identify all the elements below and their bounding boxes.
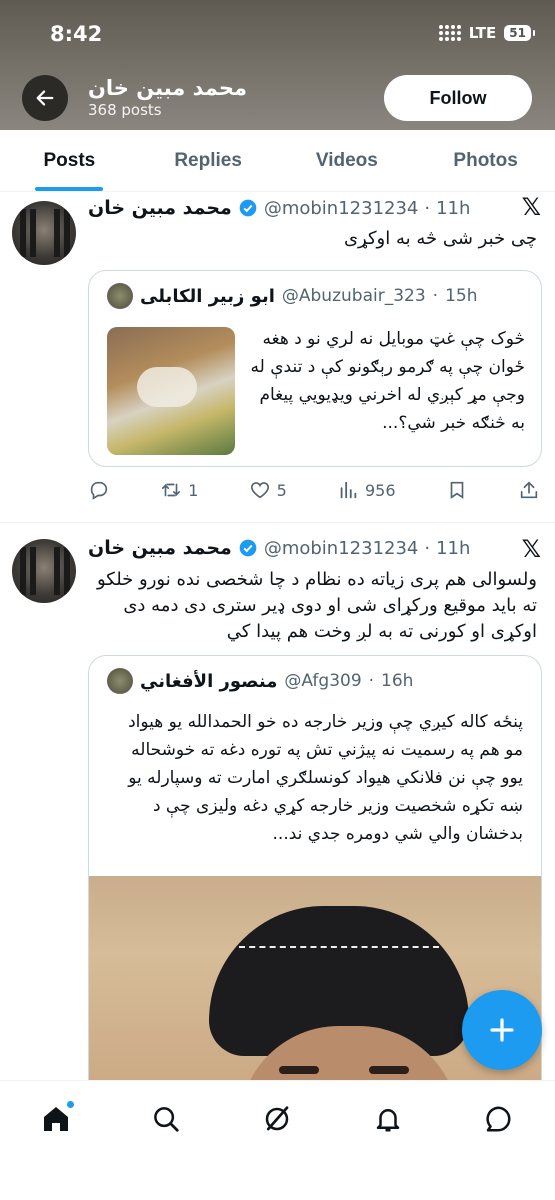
repost-button[interactable]: 1: [160, 479, 198, 501]
repost-icon: [162, 483, 181, 497]
nav-notifications[interactable]: [368, 1099, 408, 1139]
status-indicators: LTE 51: [438, 24, 535, 42]
tab-photos[interactable]: Photos: [416, 130, 555, 191]
verified-badge-icon: [238, 538, 258, 558]
quote-avatar: [107, 668, 133, 694]
tweet-meta: محمد مبین خان @mobin1231234 · 11h: [88, 537, 471, 559]
home-icon: [44, 1107, 68, 1131]
tweet-text: چی خبر شی څه به اوکړی: [343, 228, 537, 249]
quote-avatar: [107, 283, 133, 309]
quote-thumbnail[interactable]: [107, 327, 235, 455]
search-icon: [154, 1107, 179, 1132]
quote-time: 16h: [381, 671, 414, 691]
tweet-text: ولسوالی هم پری زیاته ده نظام د چا شخصی ن…: [96, 569, 537, 642]
quoted-tweet[interactable]: ابو زبير الکابلی @Abuzubair_323 · 15h څو…: [88, 270, 542, 467]
notifications-icon: [376, 1109, 400, 1132]
follow-button[interactable]: Follow: [384, 75, 532, 121]
tweet-time: 11h: [436, 197, 471, 219]
repost-count: 1: [188, 480, 199, 500]
bookmark-icon: [450, 481, 464, 499]
network-label: LTE: [468, 24, 497, 42]
share-icon: [520, 481, 538, 499]
quote-text: څوک چې غټ موبايل نه لري نو د هغه ځوان چې…: [250, 329, 525, 433]
profile-name: محمد مبین خان: [88, 76, 247, 100]
like-button[interactable]: 5: [249, 479, 287, 501]
battery-icon: 51: [504, 25, 535, 41]
reply-icon: [90, 481, 108, 500]
tweet-meta: محمد مبین خان @mobin1231234 · 11h: [88, 197, 471, 219]
views-count: 956: [364, 480, 396, 500]
compose-button[interactable]: [462, 990, 542, 1070]
bookmark-button[interactable]: [446, 479, 468, 501]
quote-meta: منصور الأفغاني @Afg309 · 16h: [107, 668, 413, 694]
tweet[interactable]: محمد مبین خان @mobin1231234 · 11h 𝕏 چی خ…: [0, 193, 555, 523]
like-icon: [250, 482, 269, 499]
plus-icon: [490, 1018, 514, 1042]
tweet-time: 11h: [436, 537, 471, 559]
profile-header: 8:42 LTE 51 محمد مبین خان 368 posts Foll…: [0, 0, 555, 130]
nav-messages[interactable]: [478, 1099, 518, 1139]
author-handle[interactable]: @mobin1231234: [264, 538, 419, 559]
views-button[interactable]: 956: [337, 479, 396, 501]
bottom-nav: [0, 1080, 555, 1200]
quote-meta: ابو زبير الکابلی @Abuzubair_323 · 15h: [107, 283, 477, 309]
signal-icon: [438, 25, 461, 41]
quote-author: ابو زبير الکابلی: [140, 285, 275, 307]
nav-grok[interactable]: [257, 1099, 297, 1139]
quote-text: پنځه کاله کيږي چې وزير خارجه ده خو الحمد…: [128, 712, 523, 844]
tab-posts[interactable]: Posts: [0, 130, 139, 191]
grok-icon: [265, 1106, 289, 1131]
like-count: 5: [276, 480, 287, 500]
messages-icon: [486, 1106, 511, 1132]
notification-dot: [67, 1101, 74, 1108]
tweet-actions: 1 5 956: [88, 479, 540, 501]
verified-badge-icon: [238, 198, 258, 218]
quote-handle: @Abuzubair_323: [281, 286, 426, 306]
author-name[interactable]: محمد مبین خان: [88, 197, 232, 219]
arrow-left-icon: [36, 90, 54, 106]
share-button[interactable]: [518, 479, 540, 501]
status-time: 8:42: [50, 22, 103, 46]
reply-button[interactable]: [88, 479, 110, 501]
quote-author: منصور الأفغاني: [140, 670, 278, 692]
tab-replies[interactable]: Replies: [139, 130, 278, 191]
avatar[interactable]: [12, 201, 76, 265]
author-handle[interactable]: @mobin1231234: [264, 198, 419, 219]
profile-tabs: Posts Replies Videos Photos: [0, 130, 555, 192]
quote-time: 15h: [445, 286, 478, 306]
x-logo-icon[interactable]: 𝕏: [522, 535, 541, 563]
back-button[interactable]: [22, 75, 68, 121]
tab-videos[interactable]: Videos: [278, 130, 417, 191]
author-name[interactable]: محمد مبین خان: [88, 537, 232, 559]
nav-home[interactable]: [36, 1099, 76, 1139]
quote-handle: @Afg309: [284, 671, 362, 691]
views-icon: [340, 481, 357, 499]
avatar[interactable]: [12, 539, 76, 603]
tweet[interactable]: محمد مبین خان @mobin1231234 · 11h 𝕏 ولسو…: [0, 523, 555, 1080]
nav-search[interactable]: [146, 1099, 186, 1139]
x-logo-icon[interactable]: 𝕏: [522, 193, 541, 221]
posts-count: 368 posts: [88, 101, 162, 119]
